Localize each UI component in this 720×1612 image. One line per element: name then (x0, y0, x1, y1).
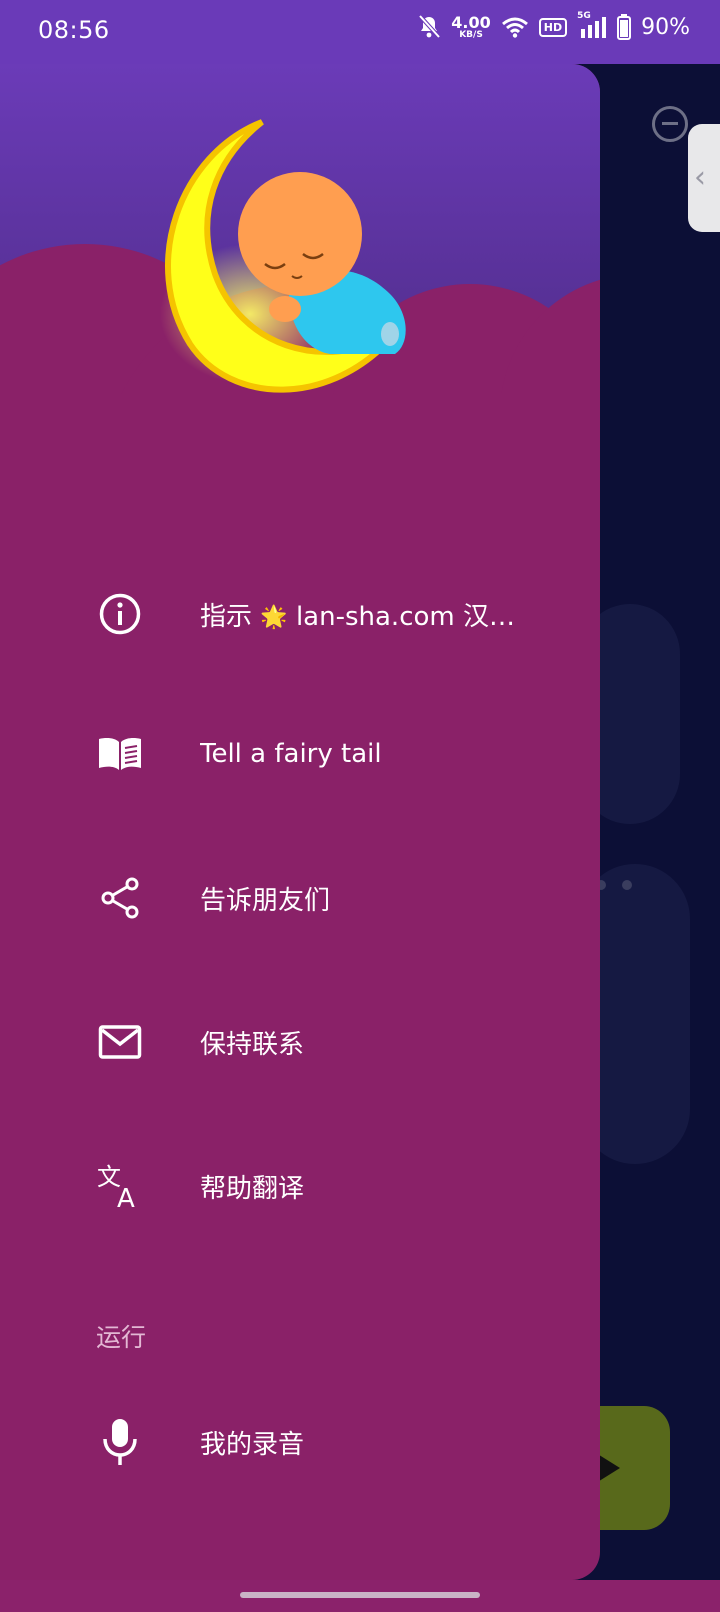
mail-icon (96, 1018, 144, 1066)
svg-text:A: A (117, 1184, 135, 1209)
label-prefix: 指示 (200, 601, 253, 632)
pager-dots (596, 880, 632, 890)
menu-item-contact[interactable]: 保持联系 (0, 982, 600, 1102)
label-suffix: lan-sha.com 汉… (295, 601, 515, 632)
menu-item-instructions[interactable]: 指示 🌟 lan-sha.com 汉… (0, 554, 600, 674)
microphone-icon (96, 1418, 144, 1466)
navigation-drawer: 指示 🌟 lan-sha.com 汉… Tell a fairy tail 告诉… (0, 64, 600, 1580)
battery-percent: 90% (641, 14, 690, 40)
side-panel-handle[interactable]: ‹ (688, 124, 720, 232)
menu-item-label: 帮助翻译 (200, 1173, 305, 1204)
status-time: 08:56 (38, 16, 110, 44)
home-indicator[interactable] (240, 1592, 480, 1598)
menu-item-label: 保持联系 (200, 1029, 305, 1060)
zoom-out-button[interactable] (652, 106, 688, 142)
menu-item-recordings[interactable]: 我的录音 (0, 1382, 600, 1502)
section-header-run: 运行 (96, 1323, 147, 1352)
status-icons: 4.00 KB/S HD 5G 90% (417, 11, 690, 40)
battery-icon (617, 14, 632, 40)
book-icon (96, 730, 144, 778)
cell-signal-icon: 5G (577, 11, 607, 39)
menu-item-share[interactable]: 告诉朋友们 (0, 838, 600, 958)
info-icon (96, 590, 144, 638)
menu-item-label: 我的录音 (200, 1429, 305, 1460)
hd-badge: HD (538, 17, 568, 37)
menu-item-translate[interactable]: 文 A 帮助翻译 (0, 1126, 600, 1246)
wifi-icon (501, 17, 528, 38)
menu-item-fairy-tale[interactable]: Tell a fairy tail (0, 694, 600, 814)
mute-bell-icon (418, 14, 441, 39)
star-emoji: 🌟 (260, 604, 288, 630)
share-icon (96, 874, 144, 922)
network-speed-value: 4.00 (451, 12, 491, 32)
menu-item-label: 告诉朋友们 (200, 885, 331, 916)
status-bar: 08:56 4.00 KB/S HD 5G 90% (0, 0, 720, 64)
drawer-header (0, 64, 600, 464)
network-speed-unit: KB/S (459, 29, 483, 40)
menu-item-label: Tell a fairy tail (200, 739, 382, 769)
translate-icon: 文 A (96, 1162, 144, 1210)
menu-item-label: 指示 🌟 lan-sha.com 汉… (200, 596, 515, 633)
network-speed: 4.00 KB/S (451, 12, 491, 40)
